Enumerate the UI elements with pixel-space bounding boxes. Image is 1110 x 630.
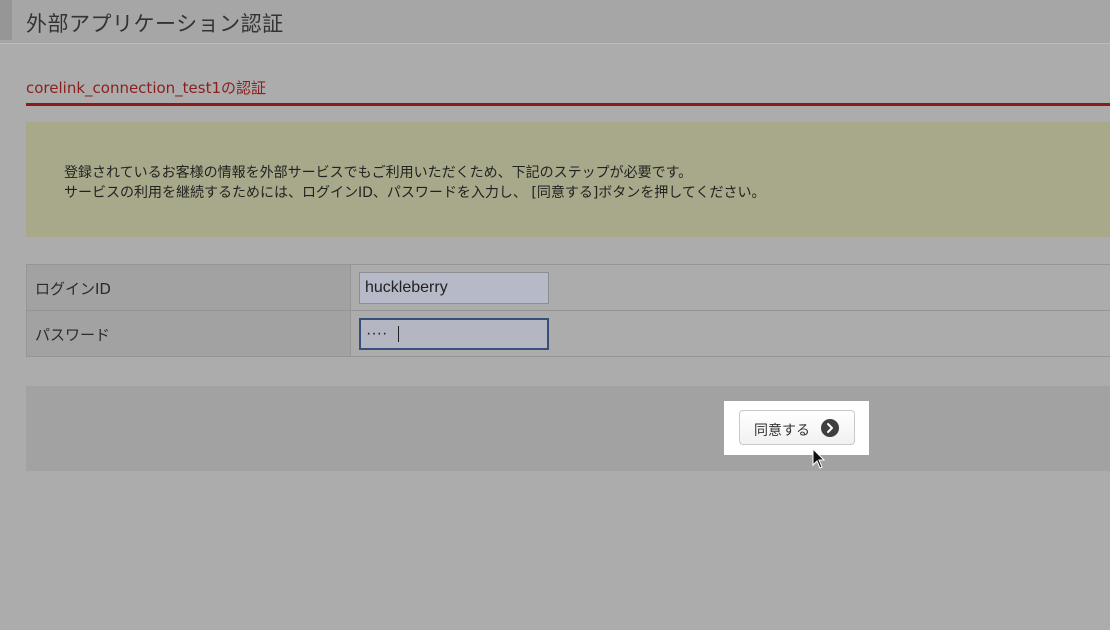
section-title: corelink_connection_test1の認証	[26, 79, 267, 97]
section-divider	[26, 103, 1110, 106]
password-input[interactable]	[359, 318, 549, 350]
mouse-pointer-icon	[812, 447, 826, 474]
arrow-right-circle-icon	[821, 419, 839, 437]
page-title: 外部アプリケーション認証	[26, 12, 284, 36]
password-label: パスワード	[35, 326, 111, 344]
login-id-label: ログインID	[35, 280, 111, 298]
button-area	[26, 386, 1110, 471]
login-id-row: ログインID	[26, 265, 1110, 311]
text-caret	[398, 326, 399, 342]
notice-line-2: サービスの利用を継続するためには、ログインID、パスワードを入力し、 [同意する…	[64, 185, 766, 201]
login-id-input[interactable]	[359, 272, 549, 304]
password-label-cell: パスワード	[26, 311, 351, 356]
header-accent-bar	[0, 0, 12, 40]
page-header: 外部アプリケーション認証	[0, 0, 1110, 44]
agree-button[interactable]: 同意する	[739, 410, 855, 445]
password-field-cell	[351, 311, 1110, 356]
agree-button-label: 同意する	[754, 423, 810, 439]
password-row: パスワード	[26, 311, 1110, 357]
credentials-form: ログインID パスワード	[26, 264, 1110, 357]
page: 外部アプリケーション認証 corelink_connection_test1の認…	[0, 0, 1110, 630]
login-id-label-cell: ログインID	[26, 265, 351, 310]
notice-line-1: 登録されているお客様の情報を外部サービスでもご利用いただくため、下記のステップが…	[64, 165, 693, 181]
login-id-field-cell	[351, 265, 1110, 310]
notice-box: 登録されているお客様の情報を外部サービスでもご利用いただくため、下記のステップが…	[26, 122, 1110, 237]
